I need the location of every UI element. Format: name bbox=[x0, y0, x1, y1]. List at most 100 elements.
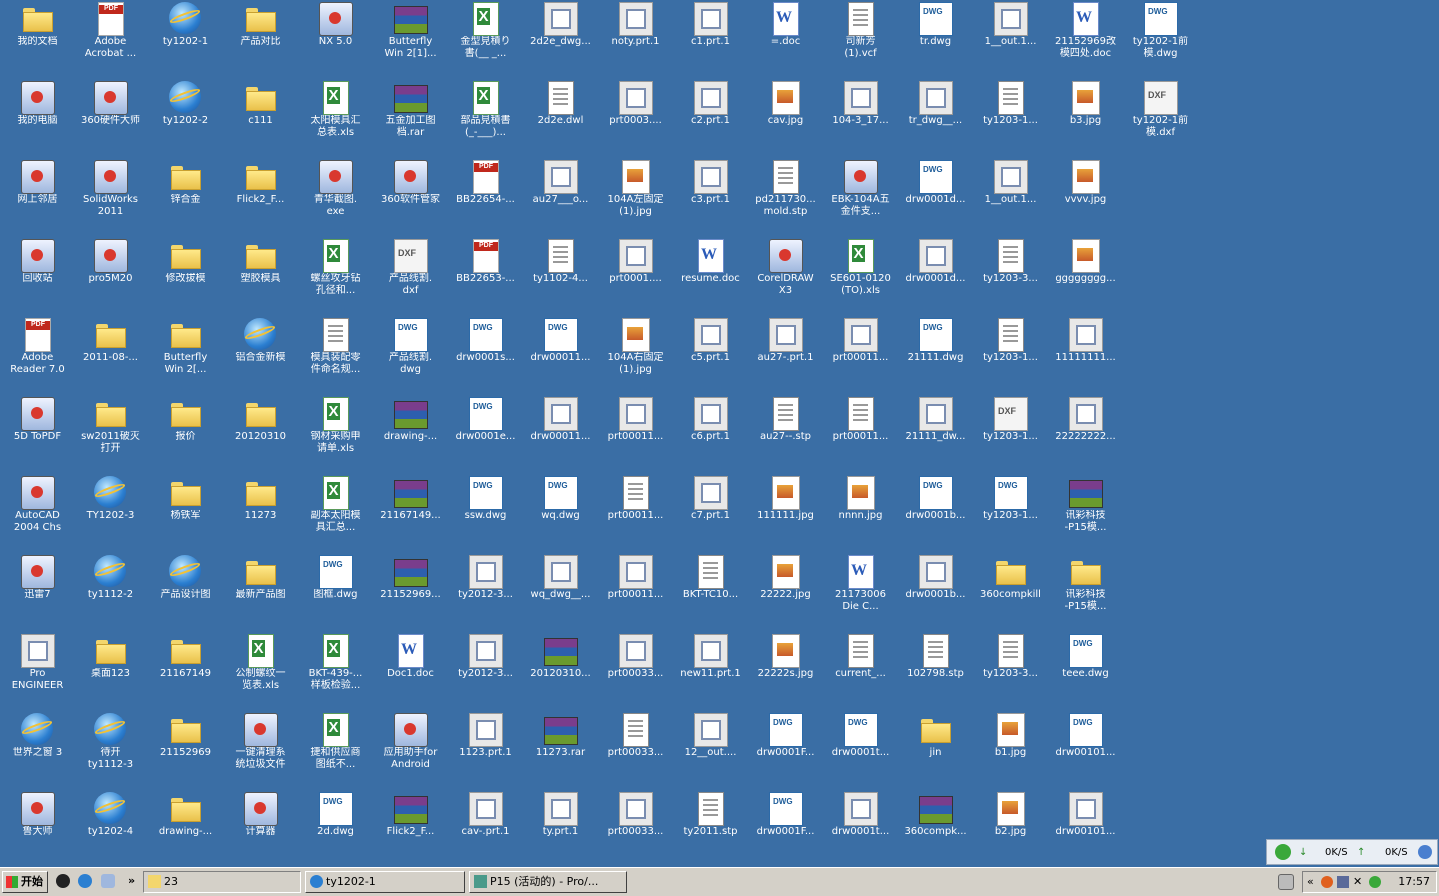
desktop-icon[interactable]: 21167149... bbox=[373, 476, 448, 555]
desktop-icon[interactable]: c3.prt.1 bbox=[673, 160, 748, 239]
desktop-icon[interactable]: 鲁大师 bbox=[0, 792, 75, 871]
desktop-icon[interactable]: 12__out.... bbox=[673, 713, 748, 792]
desktop-icon[interactable]: 11111111... bbox=[1048, 318, 1123, 397]
desktop-icon[interactable]: 22222s.jpg bbox=[748, 634, 823, 713]
desktop-icon[interactable]: c111 bbox=[223, 81, 298, 160]
desktop-icon[interactable]: ty2012-3... bbox=[448, 555, 523, 634]
desktop-icon[interactable]: new11.prt.1 bbox=[673, 634, 748, 713]
desktop-icon[interactable]: =.doc bbox=[748, 2, 823, 81]
desktop-icon[interactable]: Flick2_F... bbox=[373, 792, 448, 871]
desktop-icon[interactable]: 11273.rar bbox=[523, 713, 598, 792]
desktop-icon[interactable]: ty2012-3... bbox=[448, 634, 523, 713]
network-tray-icon[interactable] bbox=[1337, 876, 1349, 888]
desktop-icon[interactable]: 360compkill bbox=[973, 555, 1048, 634]
desktop-icon[interactable]: 111111.jpg bbox=[748, 476, 823, 555]
desktop-icon[interactable]: 20120310... bbox=[523, 634, 598, 713]
desktop-icon[interactable]: 21111_dw... bbox=[898, 397, 973, 476]
desktop-icon[interactable]: 21152969... bbox=[373, 555, 448, 634]
desktop-icon[interactable]: 360compk... bbox=[898, 792, 973, 871]
desktop-icon[interactable]: teee.dwg bbox=[1048, 634, 1123, 713]
desktop-icon[interactable]: NX 5.0 bbox=[298, 2, 373, 81]
desktop-icon[interactable]: BKT-439-... 样板检验... bbox=[298, 634, 373, 713]
desktop-icon[interactable]: nnnn.jpg bbox=[823, 476, 898, 555]
desktop-icon[interactable]: cav.jpg bbox=[748, 81, 823, 160]
desktop-icon[interactable]: prt0003.... bbox=[598, 81, 673, 160]
desktop-icon[interactable]: 应用助手for Android bbox=[373, 713, 448, 792]
desktop-icon[interactable]: 102798.stp bbox=[898, 634, 973, 713]
desktop-icon[interactable]: drw0001e... bbox=[448, 397, 523, 476]
desktop-icon[interactable]: tr.dwg bbox=[898, 2, 973, 81]
desktop-icon[interactable]: 360硬件大师 bbox=[73, 81, 148, 160]
network-speed-widget[interactable]: ↓ 0K/S ↑ 0K/S bbox=[1266, 839, 1438, 865]
desktop-icon[interactable]: 部品見積書 (_-___)... bbox=[448, 81, 523, 160]
desktop-icon[interactable]: 22222222... bbox=[1048, 397, 1123, 476]
ie-quicklaunch-icon[interactable] bbox=[78, 874, 92, 888]
desktop-icon[interactable]: prt00011... bbox=[823, 318, 898, 397]
notepad-quicklaunch-icon[interactable] bbox=[101, 874, 115, 888]
desktop-icon[interactable]: Adobe Acrobat ... bbox=[73, 2, 148, 81]
desktop-icon[interactable]: 2d2e.dwl bbox=[523, 81, 598, 160]
desktop-icon[interactable]: 2d.dwg bbox=[298, 792, 373, 871]
task-button-ty1202-1[interactable]: ty1202-1 bbox=[305, 871, 465, 893]
desktop-icon[interactable]: 讯彩科技 -P15模... bbox=[1048, 555, 1123, 634]
desktop-icon[interactable]: drw0001F... bbox=[748, 713, 823, 792]
desktop-icon[interactable]: ty1202-1前 模.dxf bbox=[1123, 81, 1198, 160]
desktop-icon[interactable]: 报价 bbox=[148, 397, 223, 476]
desktop-icon[interactable]: 青华截图. exe bbox=[298, 160, 373, 239]
desktop-icon[interactable]: ty1203-3... bbox=[973, 634, 1048, 713]
desktop-icon[interactable]: CorelDRAW X3 bbox=[748, 239, 823, 318]
desktop-icon[interactable]: 1__out.1... bbox=[973, 2, 1048, 81]
360-tray-icon[interactable] bbox=[1369, 876, 1381, 888]
desktop-icon[interactable]: 21173006 Die C... bbox=[823, 555, 898, 634]
desktop-icon[interactable]: wq_dwg__... bbox=[523, 555, 598, 634]
desktop-icon[interactable]: pd211730... mold.stp bbox=[748, 160, 823, 239]
desktop-icon[interactable]: 司新芳 (1).vcf bbox=[823, 2, 898, 81]
desktop-icon[interactable]: ty1203-1... bbox=[973, 476, 1048, 555]
desktop-icon[interactable]: 太阳模具汇 总表.xls bbox=[298, 81, 373, 160]
desktop-icon[interactable]: ty1102-4... bbox=[523, 239, 598, 318]
qq-icon[interactable] bbox=[56, 874, 70, 888]
desktop-icon[interactable]: 360软件管家 bbox=[373, 160, 448, 239]
desktop-icon[interactable]: EBK-104A五 金件支... bbox=[823, 160, 898, 239]
desktop-icon[interactable]: c6.prt.1 bbox=[673, 397, 748, 476]
desktop-icon[interactable]: au27--.stp bbox=[748, 397, 823, 476]
desktop-icon[interactable]: 网上邻居 bbox=[0, 160, 75, 239]
qq-tray-icon[interactable] bbox=[1321, 876, 1333, 888]
desktop-icon[interactable]: 产品设计图 bbox=[148, 555, 223, 634]
desktop-icon[interactable]: prt0001.... bbox=[598, 239, 673, 318]
desktop-icon[interactable]: 产品对比 bbox=[223, 2, 298, 81]
desktop-icon[interactable]: 最新产品图 bbox=[223, 555, 298, 634]
desktop-icon[interactable]: 讯彩科技 -P15模... bbox=[1048, 476, 1123, 555]
desktop-icon[interactable]: au27-.prt.1 bbox=[748, 318, 823, 397]
desktop-icon[interactable]: 副本太阳模 具汇总... bbox=[298, 476, 373, 555]
desktop-icon[interactable]: SE601-0120 (TO).xls bbox=[823, 239, 898, 318]
desktop-icon[interactable]: TY1202-3 bbox=[73, 476, 148, 555]
desktop-icon[interactable]: c2.prt.1 bbox=[673, 81, 748, 160]
desktop-icon[interactable]: SolidWorks 2011 bbox=[73, 160, 148, 239]
desktop-icon[interactable]: c5.prt.1 bbox=[673, 318, 748, 397]
desktop-icon[interactable]: b3.jpg bbox=[1048, 81, 1123, 160]
desktop-icon[interactable]: 世界之窗 3 bbox=[0, 713, 75, 792]
desktop-icon[interactable]: Adobe Reader 7.0 bbox=[0, 318, 75, 397]
desktop-icon[interactable]: gggggggg... bbox=[1048, 239, 1123, 318]
desktop-icon[interactable]: 11273 bbox=[223, 476, 298, 555]
desktop-icon[interactable]: pro5M20 bbox=[73, 239, 148, 318]
keyboard-icon[interactable] bbox=[1278, 874, 1294, 890]
desktop-icon[interactable]: BKT-TC10... bbox=[673, 555, 748, 634]
desktop-icon[interactable]: drw0001b... bbox=[898, 555, 973, 634]
desktop-icon[interactable]: wq.dwg bbox=[523, 476, 598, 555]
desktop-icon[interactable]: 桌面123 bbox=[73, 634, 148, 713]
desktop-icon[interactable]: 104-3_17... bbox=[823, 81, 898, 160]
quicklaunch-chevron[interactable]: » bbox=[128, 871, 138, 893]
desktop-icon[interactable]: drw0001d... bbox=[898, 160, 973, 239]
desktop-icon[interactable]: Flick2_F... bbox=[223, 160, 298, 239]
desktop-icon[interactable]: 锌合金 bbox=[148, 160, 223, 239]
desktop-icon[interactable]: 5D ToPDF bbox=[0, 397, 75, 476]
desktop-icon[interactable]: 铝合金新模 bbox=[223, 318, 298, 397]
desktop-icon[interactable]: ty1202-1前 模.dwg bbox=[1123, 2, 1198, 81]
desktop-icon[interactable]: 2011-08-... bbox=[73, 318, 148, 397]
desktop-icon[interactable]: c1.prt.1 bbox=[673, 2, 748, 81]
desktop-icon[interactable]: 一键清理系 统垃圾文件 bbox=[223, 713, 298, 792]
desktop-icon[interactable]: drw0001b... bbox=[898, 476, 973, 555]
desktop-icon[interactable]: drawing-... bbox=[148, 792, 223, 871]
